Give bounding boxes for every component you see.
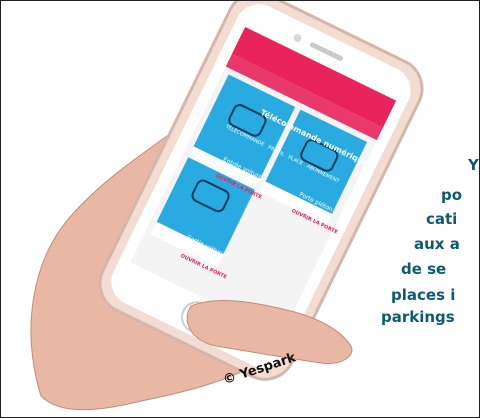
overlay-line-1: Y <box>468 156 479 174</box>
overlay-line-4: aux a <box>414 235 460 253</box>
overlay-line-5: de se <box>401 260 447 278</box>
scene <box>30 1 424 411</box>
overlay-line-7: parkings <box>381 308 455 326</box>
overlay-line-2: po <box>441 186 463 204</box>
photo-frame: Télécommande numérique TÉLÉCOMMANDE PROF… <box>0 0 480 418</box>
overlay-line-6: places i <box>391 286 456 304</box>
overlay-line-3: cati <box>426 210 458 228</box>
